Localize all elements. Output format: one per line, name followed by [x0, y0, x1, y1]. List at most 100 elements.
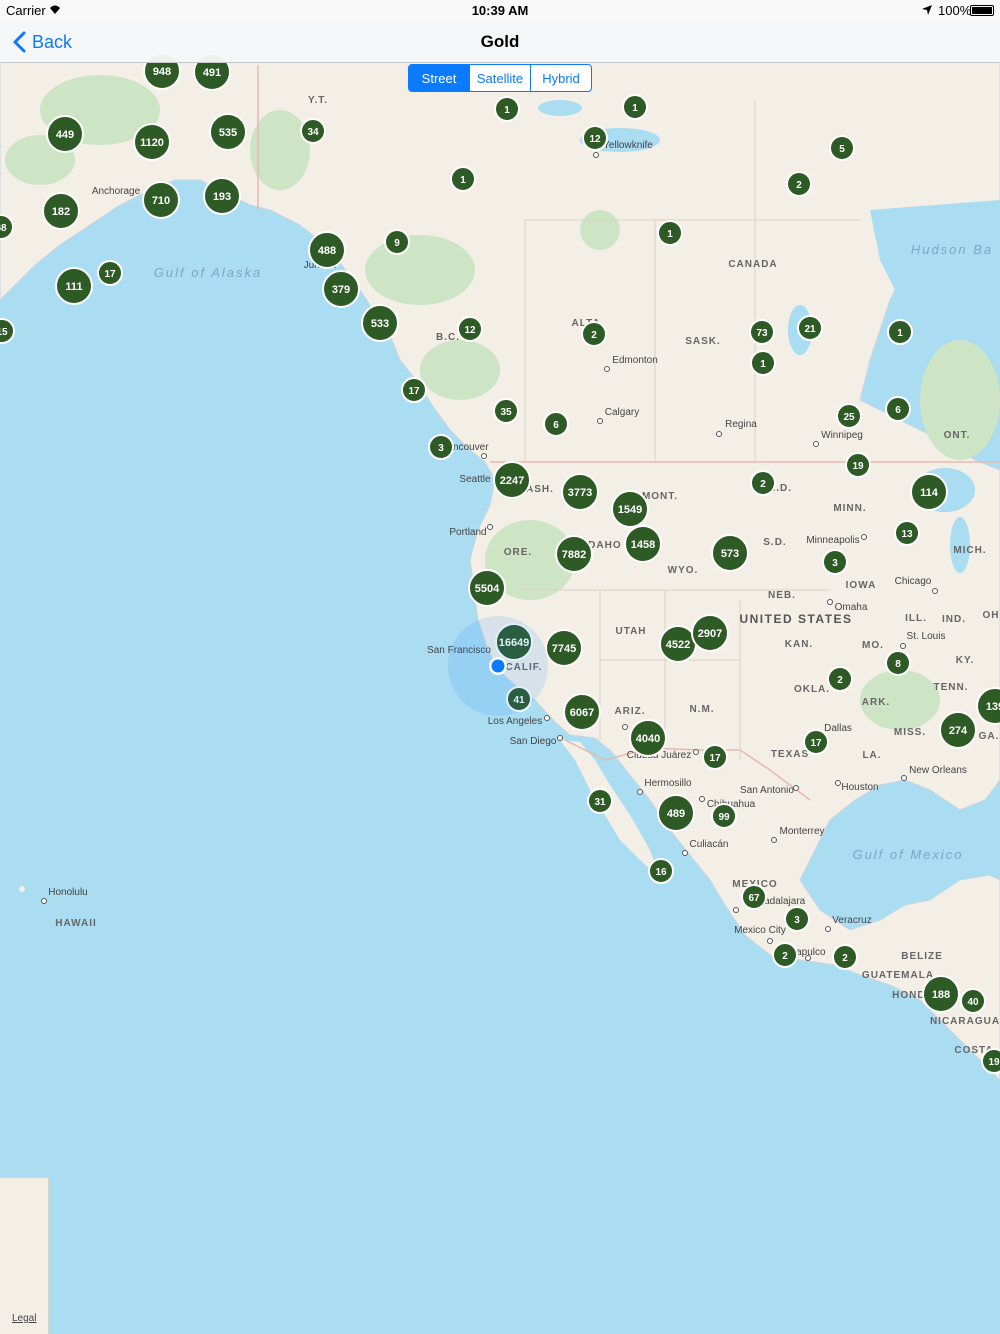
- cluster-marker[interactable]: 12: [582, 125, 608, 151]
- cluster-marker[interactable]: 17: [401, 377, 427, 403]
- map-view[interactable]: Y.T. Yellowknife CANADA Hudson Ba Gulf of Al…: [0, 0, 1000, 1334]
- cluster-marker[interactable]: 2: [750, 470, 776, 496]
- cluster-marker[interactable]: 13: [894, 520, 920, 546]
- cluster-marker[interactable]: 2: [786, 171, 812, 197]
- cluster-marker[interactable]: 3773: [561, 473, 599, 511]
- city-dot: [622, 724, 628, 730]
- cluster-marker[interactable]: 3: [784, 906, 810, 932]
- cluster-marker[interactable]: 188: [922, 975, 960, 1013]
- cluster-marker[interactable]: 3: [428, 434, 454, 460]
- cluster-count: 12: [589, 134, 601, 145]
- cluster-marker[interactable]: 710: [142, 181, 180, 219]
- map-label: Houston: [841, 782, 878, 793]
- city-dot: [771, 837, 777, 843]
- battery-percent: 100%: [938, 3, 972, 18]
- map-label: ONT.: [944, 430, 971, 441]
- cluster-marker[interactable]: 1549: [611, 490, 649, 528]
- cluster-marker[interactable]: 2: [581, 321, 607, 347]
- map-type-satellite[interactable]: Satellite: [469, 65, 530, 91]
- cluster-marker[interactable]: 17: [702, 744, 728, 770]
- cluster-marker[interactable]: 40: [960, 988, 986, 1014]
- cluster-marker[interactable]: 9: [384, 229, 410, 255]
- city-dot: [693, 749, 699, 755]
- cluster-marker[interactable]: 3: [822, 549, 848, 575]
- navigation-bar: Back Gold: [0, 22, 1000, 63]
- cluster-marker[interactable]: 1: [887, 319, 913, 345]
- map-type-hybrid[interactable]: Hybrid: [530, 65, 591, 91]
- cluster-count: 1549: [618, 504, 642, 516]
- cluster-marker[interactable]: 19: [981, 1048, 1000, 1074]
- cluster-marker[interactable]: 6067: [563, 693, 601, 731]
- cluster-marker[interactable]: 35: [493, 398, 519, 424]
- cluster-marker[interactable]: 25: [836, 403, 862, 429]
- cluster-marker[interactable]: 1: [657, 220, 683, 246]
- cluster-marker[interactable]: 4522: [659, 625, 697, 663]
- hawaii-island: [19, 886, 25, 892]
- cluster-marker[interactable]: 67: [741, 884, 767, 910]
- current-location-dot[interactable]: [491, 659, 505, 673]
- cluster-marker[interactable]: 12: [457, 316, 483, 342]
- cluster-marker[interactable]: 489: [657, 794, 695, 832]
- cluster-marker[interactable]: 2247: [493, 461, 531, 499]
- cluster-count: 1: [897, 328, 903, 339]
- cluster-marker[interactable]: 1458: [624, 525, 662, 563]
- cluster-marker[interactable]: 2: [827, 666, 853, 692]
- cluster-count: 1120: [140, 137, 164, 149]
- cluster-marker[interactable]: 21: [797, 315, 823, 341]
- cluster-marker[interactable]: 1: [750, 350, 776, 376]
- cluster-marker[interactable]: 34: [300, 118, 326, 144]
- cluster-marker[interactable]: 379: [322, 270, 360, 308]
- map-type-street[interactable]: Street: [409, 65, 469, 91]
- cluster-marker[interactable]: 31: [587, 788, 613, 814]
- cluster-marker[interactable]: 449: [46, 115, 84, 153]
- cluster-marker[interactable]: 182: [42, 192, 80, 230]
- great-bear-lake: [538, 100, 582, 116]
- cluster-marker[interactable]: 2907: [691, 614, 729, 652]
- cluster-count: 17: [408, 386, 420, 397]
- cluster-marker[interactable]: 2: [772, 942, 798, 968]
- map-label: NEB.: [768, 590, 796, 601]
- cluster-marker[interactable]: 7882: [555, 535, 593, 573]
- map-label: BELIZE: [901, 951, 943, 962]
- cluster-marker[interactable]: 1: [622, 94, 648, 120]
- cluster-marker[interactable]: 5: [829, 135, 855, 161]
- cluster-marker[interactable]: 15: [0, 318, 15, 344]
- map-label: Culiacán: [690, 839, 729, 850]
- cluster-marker[interactable]: 16: [648, 858, 674, 884]
- cluster-marker[interactable]: 6: [885, 396, 911, 422]
- cluster-marker[interactable]: 4040: [629, 719, 667, 757]
- cluster-marker[interactable]: 19: [845, 452, 871, 478]
- cluster-marker[interactable]: 1: [450, 166, 476, 192]
- cluster-marker[interactable]: 99: [711, 803, 737, 829]
- map-label: HAWAII: [55, 918, 97, 929]
- cluster-marker[interactable]: 535: [209, 113, 247, 151]
- cluster-marker[interactable]: 7745: [545, 629, 583, 667]
- cluster-marker[interactable]: 193: [203, 177, 241, 215]
- map-label: Monterrey: [779, 826, 824, 837]
- cluster-count: 25: [843, 412, 855, 423]
- cluster-marker[interactable]: 573: [711, 534, 749, 572]
- cluster-marker[interactable]: 274: [939, 711, 977, 749]
- cluster-marker[interactable]: 17: [97, 260, 123, 286]
- legend-tile: [0, 1178, 49, 1334]
- cluster-marker[interactable]: 5504: [468, 569, 506, 607]
- cluster-marker[interactable]: 114: [910, 473, 948, 511]
- cluster-count: 2247: [500, 475, 524, 487]
- cluster-marker[interactable]: 2: [832, 944, 858, 970]
- cluster-count: 449: [56, 129, 74, 141]
- cluster-marker[interactable]: 533: [361, 304, 399, 342]
- cluster-marker[interactable]: 488: [308, 231, 346, 269]
- cluster-count: 710: [152, 195, 170, 207]
- cluster-marker[interactable]: 8: [885, 650, 911, 676]
- cluster-marker[interactable]: 111: [55, 267, 93, 305]
- city-dot: [593, 152, 599, 158]
- legal-link[interactable]: Legal: [12, 1313, 36, 1324]
- map-label: UNITED STATES: [739, 612, 852, 626]
- cluster-marker[interactable]: 6: [543, 411, 569, 437]
- cluster-marker[interactable]: 17: [803, 729, 829, 755]
- cluster-marker[interactable]: 1: [494, 96, 520, 122]
- cluster-marker[interactable]: 1120: [133, 123, 171, 161]
- cluster-marker[interactable]: 73: [749, 319, 775, 345]
- map-label: San Diego: [510, 736, 557, 747]
- map-label: Honolulu: [48, 887, 87, 898]
